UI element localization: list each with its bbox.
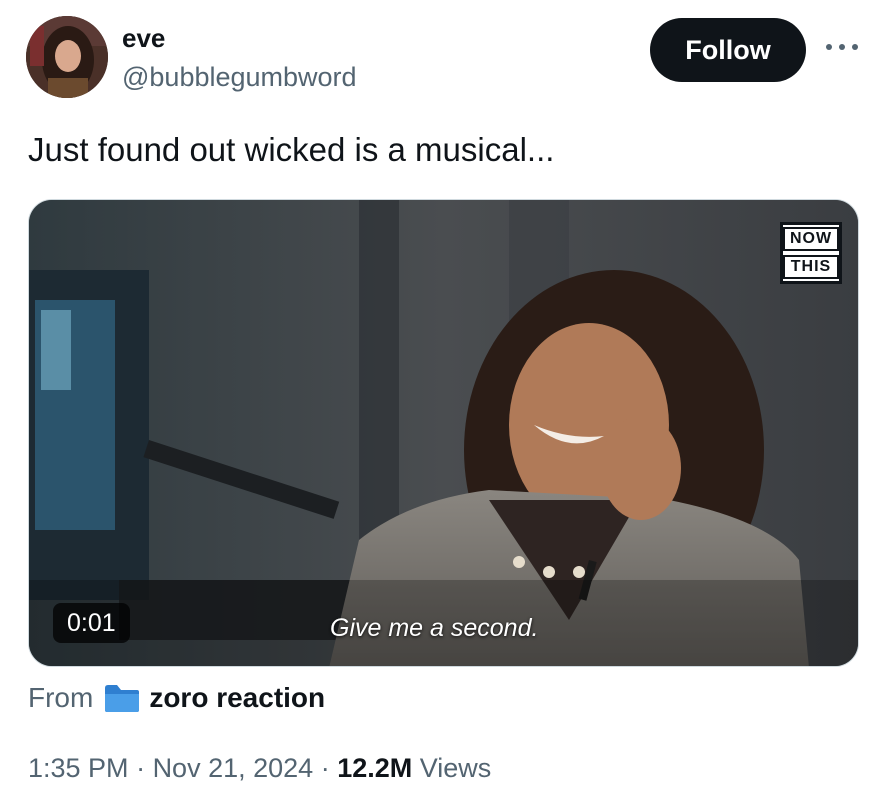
tweet-date[interactable]: Nov 21, 2024 xyxy=(153,753,314,783)
folder-icon xyxy=(105,685,140,712)
more-icon-dot xyxy=(839,44,845,50)
now-this-logo: NOW THIS xyxy=(780,222,842,284)
author-handle[interactable]: @bubblegumbword xyxy=(122,60,357,94)
logo-line-1: NOW xyxy=(783,227,839,251)
video-timestamp-badge: 0:01 xyxy=(53,603,130,643)
follow-button[interactable]: Follow xyxy=(650,18,806,82)
author-name[interactable]: eve xyxy=(122,22,165,54)
from-label: From xyxy=(28,682,94,713)
source-attribution: From zoro reaction xyxy=(28,678,325,718)
tweet-meta: 1:35 PM · Nov 21, 2024 · 12.2M Views xyxy=(28,753,491,784)
video-player[interactable]: NOW THIS 0:01 Give me a second. xyxy=(28,199,859,667)
meta-separator: · xyxy=(128,753,153,783)
video-caption: Give me a second. xyxy=(330,614,539,642)
views-count: 12.2M xyxy=(337,753,413,783)
meta-separator: · xyxy=(313,753,338,783)
views-label: Views xyxy=(419,753,492,783)
avatar[interactable] xyxy=(26,16,108,98)
source-name-link[interactable]: zoro reaction xyxy=(149,682,325,714)
logo-line-2: THIS xyxy=(783,255,839,279)
tweet-time[interactable]: 1:35 PM xyxy=(28,753,129,783)
video-frame xyxy=(29,200,858,666)
tweet-text: Just found out wicked is a musical... xyxy=(28,131,555,168)
avatar-image xyxy=(26,16,108,98)
more-icon-dot xyxy=(852,44,858,50)
more-options-button[interactable] xyxy=(820,32,864,62)
more-icon xyxy=(826,44,832,50)
